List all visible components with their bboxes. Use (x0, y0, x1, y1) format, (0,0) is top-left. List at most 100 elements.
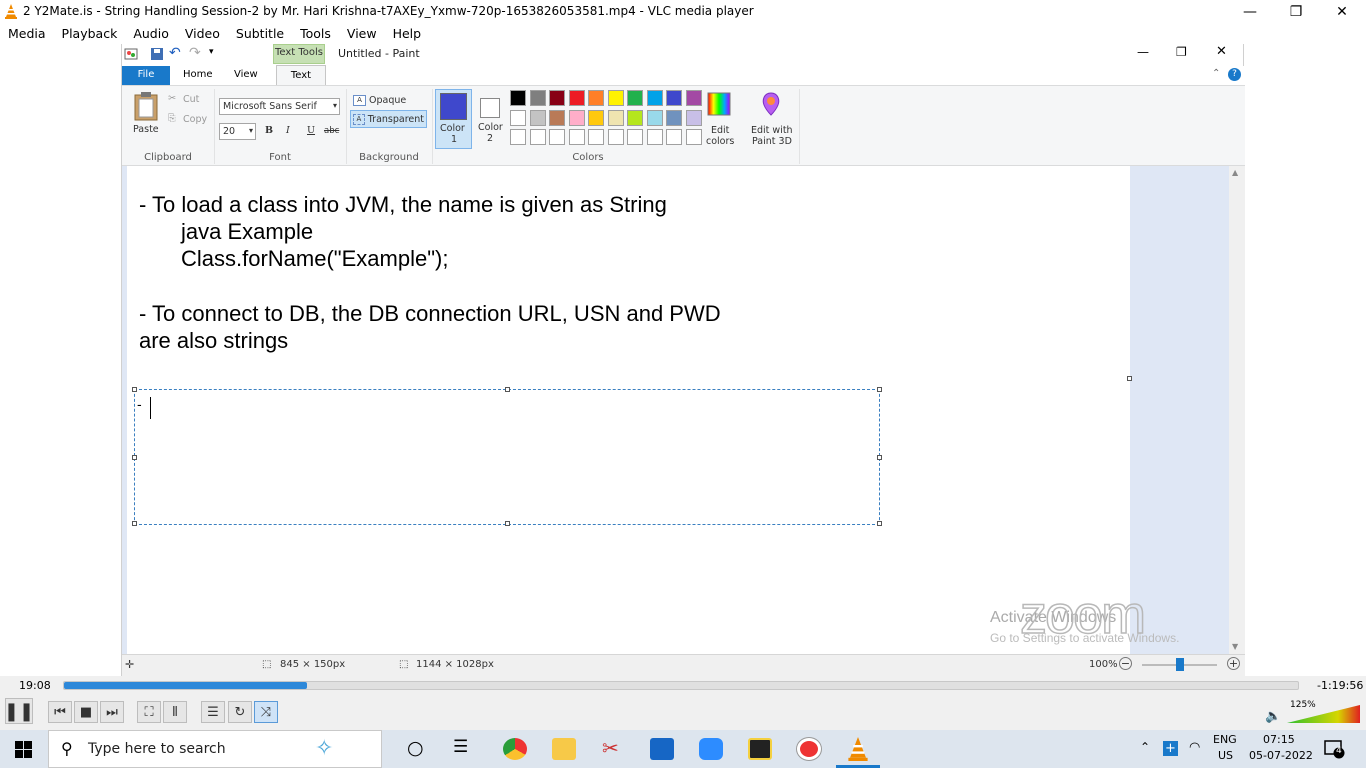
paint-maximize-button[interactable]: ❐ (1176, 45, 1187, 59)
help-icon[interactable]: ? (1228, 68, 1241, 81)
palette-swatch[interactable] (627, 90, 643, 106)
fullscreen-button[interactable]: ⛶ (137, 701, 161, 723)
underline-button[interactable]: U (307, 125, 315, 136)
scroll-down-icon[interactable]: ▼ (1232, 642, 1238, 651)
language-line-2[interactable]: US (1218, 749, 1233, 762)
notification-icon[interactable] (1324, 739, 1346, 759)
menu-audio[interactable]: Audio (125, 23, 177, 44)
edit-colors-icon[interactable] (707, 92, 731, 116)
chevron-up-icon[interactable]: ⌃ (1140, 740, 1150, 754)
palette-swatch[interactable] (549, 129, 565, 145)
tab-file[interactable]: File (122, 66, 170, 85)
resize-handle[interactable] (505, 521, 510, 526)
clock-time[interactable]: 07:15 (1263, 733, 1295, 746)
copy-icon[interactable]: ⎘ (168, 113, 176, 124)
palette-swatch[interactable] (685, 129, 702, 145)
tab-home[interactable]: Home (183, 69, 213, 80)
palette-swatch[interactable] (607, 90, 624, 106)
color2-button[interactable]: Color 2 (474, 89, 508, 149)
menu-playback[interactable]: Playback (54, 23, 126, 44)
palette-swatch[interactable] (568, 90, 585, 106)
palette-swatch[interactable] (549, 90, 565, 106)
palette-swatch[interactable] (646, 109, 663, 126)
maximize-button[interactable]: ❐ (1273, 0, 1319, 23)
menu-tools[interactable]: Tools (292, 23, 339, 44)
resize-handle[interactable] (505, 387, 510, 392)
undo-icon[interactable]: ↶ (169, 45, 181, 61)
loop-button[interactable]: ↻ (228, 701, 252, 723)
canvas-resize-handle[interactable] (1127, 376, 1132, 381)
shuffle-button[interactable]: ⤨ (254, 701, 278, 723)
volume-slider[interactable] (1287, 704, 1361, 724)
palette-swatch[interactable] (529, 90, 546, 106)
edit-colors-label-1[interactable]: Edit (711, 125, 729, 136)
resize-handle[interactable] (132, 521, 137, 526)
palette-swatch[interactable] (510, 129, 526, 145)
save-icon[interactable] (150, 47, 164, 61)
palette-swatch[interactable] (588, 129, 604, 145)
previous-button[interactable]: ⏮ (48, 701, 72, 723)
zoom-in-button[interactable]: + (1227, 657, 1240, 670)
minimize-button[interactable]: — (1227, 0, 1273, 23)
palette-swatch[interactable] (627, 109, 643, 126)
zoom-slider-thumb[interactable] (1176, 658, 1184, 671)
palette-swatch[interactable] (666, 129, 682, 145)
menu-help[interactable]: Help (385, 23, 430, 44)
palette-swatch[interactable] (607, 129, 624, 145)
resize-handle[interactable] (877, 387, 882, 392)
paint-3d-icon[interactable] (759, 91, 783, 117)
tab-view[interactable]: View (234, 69, 258, 80)
strikethrough-button[interactable]: abc (324, 126, 339, 136)
paste-icon[interactable] (133, 91, 159, 121)
font-size-select[interactable]: 20 ▾ (219, 123, 256, 140)
cortana-icon[interactable]: ○ (407, 737, 424, 759)
vlc-taskbar-icon[interactable] (846, 737, 870, 761)
sticky-notes-icon[interactable] (748, 738, 772, 760)
zoom-out-button[interactable]: − (1119, 657, 1132, 670)
speaker-icon[interactable]: 🔈 (1265, 709, 1281, 724)
palette-swatch[interactable] (646, 129, 663, 145)
palette-swatch[interactable] (529, 129, 546, 145)
menu-view[interactable]: View (339, 23, 385, 44)
taskbar-search-box[interactable]: ⚲ Type here to search ✧ (48, 730, 382, 768)
palette-swatch[interactable] (666, 90, 682, 106)
close-button[interactable]: ✕ (1319, 0, 1365, 23)
chrome-icon[interactable] (503, 738, 527, 760)
palette-swatch[interactable] (666, 109, 682, 126)
resize-handle[interactable] (132, 387, 137, 392)
file-explorer-icon[interactable] (552, 738, 576, 760)
palette-swatch[interactable] (685, 109, 702, 126)
add-icon[interactable]: + (1163, 741, 1178, 756)
paint-3d-label-1[interactable]: Edit with (751, 125, 793, 136)
microsoft-store-icon[interactable] (650, 738, 674, 760)
text-box[interactable]: - (132, 387, 882, 526)
next-button[interactable]: ⏭ (100, 701, 124, 723)
drawing-canvas[interactable]: - To load a class into JVM, the name is … (127, 166, 1132, 654)
copy-label[interactable]: Copy (183, 114, 207, 125)
customize-qat-icon[interactable]: ▾ (209, 47, 214, 57)
menu-subtitle[interactable]: Subtitle (228, 23, 292, 44)
menu-media[interactable]: Media (0, 23, 54, 44)
paint-close-button[interactable]: ✕ (1216, 44, 1227, 59)
clock-date[interactable]: 05-07-2022 (1249, 749, 1313, 762)
scroll-up-icon[interactable]: ▲ (1232, 168, 1238, 177)
language-line-1[interactable]: ENG (1213, 733, 1237, 746)
cut-label[interactable]: Cut (183, 94, 199, 105)
palette-swatch[interactable] (646, 90, 663, 106)
zoom-app-icon[interactable] (699, 738, 723, 760)
task-view-icon[interactable]: ☰ (453, 737, 468, 757)
windows-start-icon[interactable] (15, 741, 32, 758)
resize-handle[interactable] (877, 521, 882, 526)
palette-swatch[interactable] (588, 109, 604, 126)
redo-icon[interactable]: ↷ (189, 45, 201, 61)
palette-swatch[interactable] (568, 129, 585, 145)
paint-minimize-button[interactable]: — (1137, 45, 1149, 59)
palette-swatch[interactable] (529, 109, 546, 126)
transparent-button[interactable]: A Transparent (350, 110, 427, 128)
edit-colors-label-2[interactable]: colors (706, 136, 734, 147)
palette-swatch[interactable] (549, 109, 565, 126)
bold-button[interactable]: B (265, 125, 273, 136)
color1-button[interactable]: Color 1 (435, 89, 472, 149)
paint-3d-label-2[interactable]: Paint 3D (752, 136, 792, 147)
resize-handle[interactable] (877, 455, 882, 460)
